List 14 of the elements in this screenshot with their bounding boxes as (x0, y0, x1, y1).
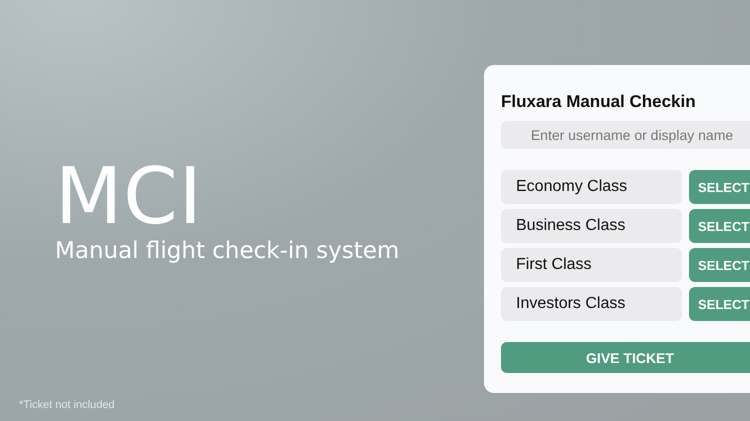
give-ticket-button[interactable]: GIVE TICKET (501, 342, 750, 373)
select-button[interactable]: SELECT (689, 170, 750, 204)
username-field[interactable]: Enter username or display name (501, 121, 750, 149)
class-label: First Class (501, 248, 682, 282)
hero-title: MCI (55, 158, 203, 236)
class-label: Business Class (501, 209, 682, 243)
class-label: Investors Class (501, 287, 682, 321)
select-button[interactable]: SELECT (689, 287, 750, 321)
select-button[interactable]: SELECT (689, 248, 750, 282)
hero-subtitle: Manual flight check-in system (55, 238, 400, 264)
class-label: Economy Class (501, 170, 682, 204)
card-title: Fluxara Manual Checkin (501, 92, 697, 112)
footnote: *Ticket not included (19, 399, 116, 411)
select-button[interactable]: SELECT (689, 209, 750, 243)
